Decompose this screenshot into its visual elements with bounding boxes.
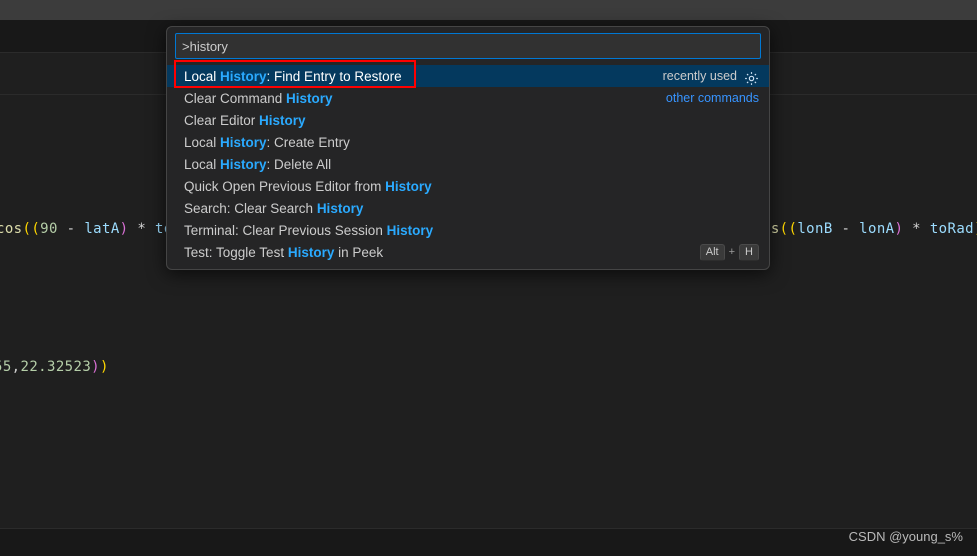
command-palette-item-label: Search: Clear Search History [184, 201, 363, 216]
code-token-paren-open: (( [22, 221, 41, 237]
command-palette-item-meta: other commands [666, 91, 759, 105]
command-palette-list[interactable]: Local History: Find Entry to Restore rece… [167, 65, 769, 265]
command-group-label: other commands [665, 91, 759, 105]
code-fragment-right-top: os((lonB - lonA) * toRad) [762, 221, 977, 237]
command-palette[interactable]: Local History: Find Entry to Restorerece… [166, 26, 770, 270]
keybinding-key: H [739, 243, 759, 261]
command-label-prefix: Local [184, 68, 221, 84]
command-palette-item-label: Local History: Create Entry [184, 135, 350, 150]
command-palette-item[interactable]: Search: Clear Search History [167, 197, 769, 219]
command-palette-item[interactable]: Terminal: Clear Previous Session History [167, 219, 769, 241]
command-palette-item-label: Clear Editor History [184, 113, 306, 128]
code-token-multiply: * [128, 221, 156, 237]
title-bar [0, 0, 977, 20]
code-token-comma: , [11, 359, 21, 375]
command-label-prefix: Local [184, 156, 221, 172]
command-label-prefix: Local [184, 134, 221, 150]
command-palette-item-label: Local History: Find Entry to Restore [184, 69, 402, 84]
command-palette-item[interactable]: Clear Editor History [167, 109, 769, 131]
command-label-suffix: : Delete All [266, 156, 332, 172]
code-fragment-left-bottom: 55,22.32523)) [0, 359, 109, 375]
command-label-match: History [220, 156, 267, 172]
command-group-label: recently used [662, 69, 737, 83]
command-palette-item[interactable]: Local History: Create Entry [167, 131, 769, 153]
command-label-prefix: Quick Open Previous Editor from [184, 178, 386, 194]
command-palette-item-label: Local History: Delete All [184, 157, 331, 172]
code-token-paren-open-2: (( [779, 221, 798, 237]
command-palette-item-label: Terminal: Clear Previous Session History [184, 223, 433, 238]
code-token-minus: - [57, 221, 85, 237]
command-palette-item-label: Clear Command History [184, 91, 333, 106]
command-palette-item-meta: Alt + H [699, 243, 759, 261]
command-label-match: History [385, 178, 432, 194]
code-token-paren-close-3: ) [91, 359, 100, 375]
code-token-number-lat: 55 [0, 359, 12, 375]
code-token-identifier-lata: latA [84, 221, 120, 237]
command-label-prefix: Clear Command [184, 90, 287, 106]
command-label-match: History [316, 200, 364, 216]
gear-icon[interactable] [744, 71, 759, 86]
command-palette-item[interactable]: Test: Toggle Test History in Peek Alt + H [167, 241, 769, 263]
code-token-paren-close: ) [119, 221, 129, 237]
command-label-match: History [386, 222, 434, 238]
keybinding: Alt + H [699, 243, 759, 261]
command-label-prefix: Search: Clear Search [184, 200, 317, 216]
command-label-match: History [220, 134, 267, 150]
status-bar [0, 528, 977, 556]
command-label-suffix: in Peek [334, 244, 384, 260]
keybinding-separator: + [728, 246, 736, 258]
vscode-window: cos((90 - latA) * toR os((lonB - lonA) *… [0, 0, 977, 556]
code-token-function: cos [0, 221, 23, 237]
code-token-number-lon: 22.32523 [20, 359, 92, 375]
command-label-prefix: Clear Editor [184, 112, 260, 128]
command-label-prefix: Terminal: Clear Previous Session [184, 222, 387, 238]
command-label-suffix: : Find Entry to Restore [266, 68, 402, 84]
code-token-minus-2: - [832, 221, 860, 237]
code-token-paren-close-4: ) [100, 359, 109, 375]
command-palette-input[interactable] [175, 33, 761, 59]
keybinding-key: Alt [699, 243, 725, 261]
command-palette-item[interactable]: Clear Command History other commands [167, 87, 769, 109]
code-token-identifier-lonb: lonB [797, 221, 833, 237]
command-palette-item[interactable]: Quick Open Previous Editor from History [167, 175, 769, 197]
code-fragment-left-top: cos((90 - latA) * toR [0, 221, 182, 237]
code-token-multiply-2: * [903, 221, 930, 237]
command-palette-item-label: Quick Open Previous Editor from History [184, 179, 432, 194]
command-label-prefix: Test: Toggle Test [184, 244, 288, 260]
command-palette-item-meta: recently used [662, 69, 759, 86]
code-token-identifier-torad-2: toRad [929, 221, 974, 237]
watermark: CSDN @young_s% [848, 529, 963, 544]
command-label-match: History [286, 90, 333, 106]
code-token-number: 90 [40, 221, 58, 237]
command-label-match: History [220, 68, 267, 84]
command-label-match: History [259, 112, 306, 128]
command-label-suffix: : Create Entry [266, 134, 350, 150]
code-token-identifier-lona: lonA [859, 221, 895, 237]
command-palette-item[interactable]: Local History: Find Entry to Restore rece… [167, 65, 769, 87]
command-label-match: History [287, 244, 335, 260]
command-palette-item-label: Test: Toggle Test History in Peek [184, 245, 383, 260]
command-palette-input-row [167, 33, 769, 65]
command-palette-item[interactable]: Local History: Delete All [167, 153, 769, 175]
